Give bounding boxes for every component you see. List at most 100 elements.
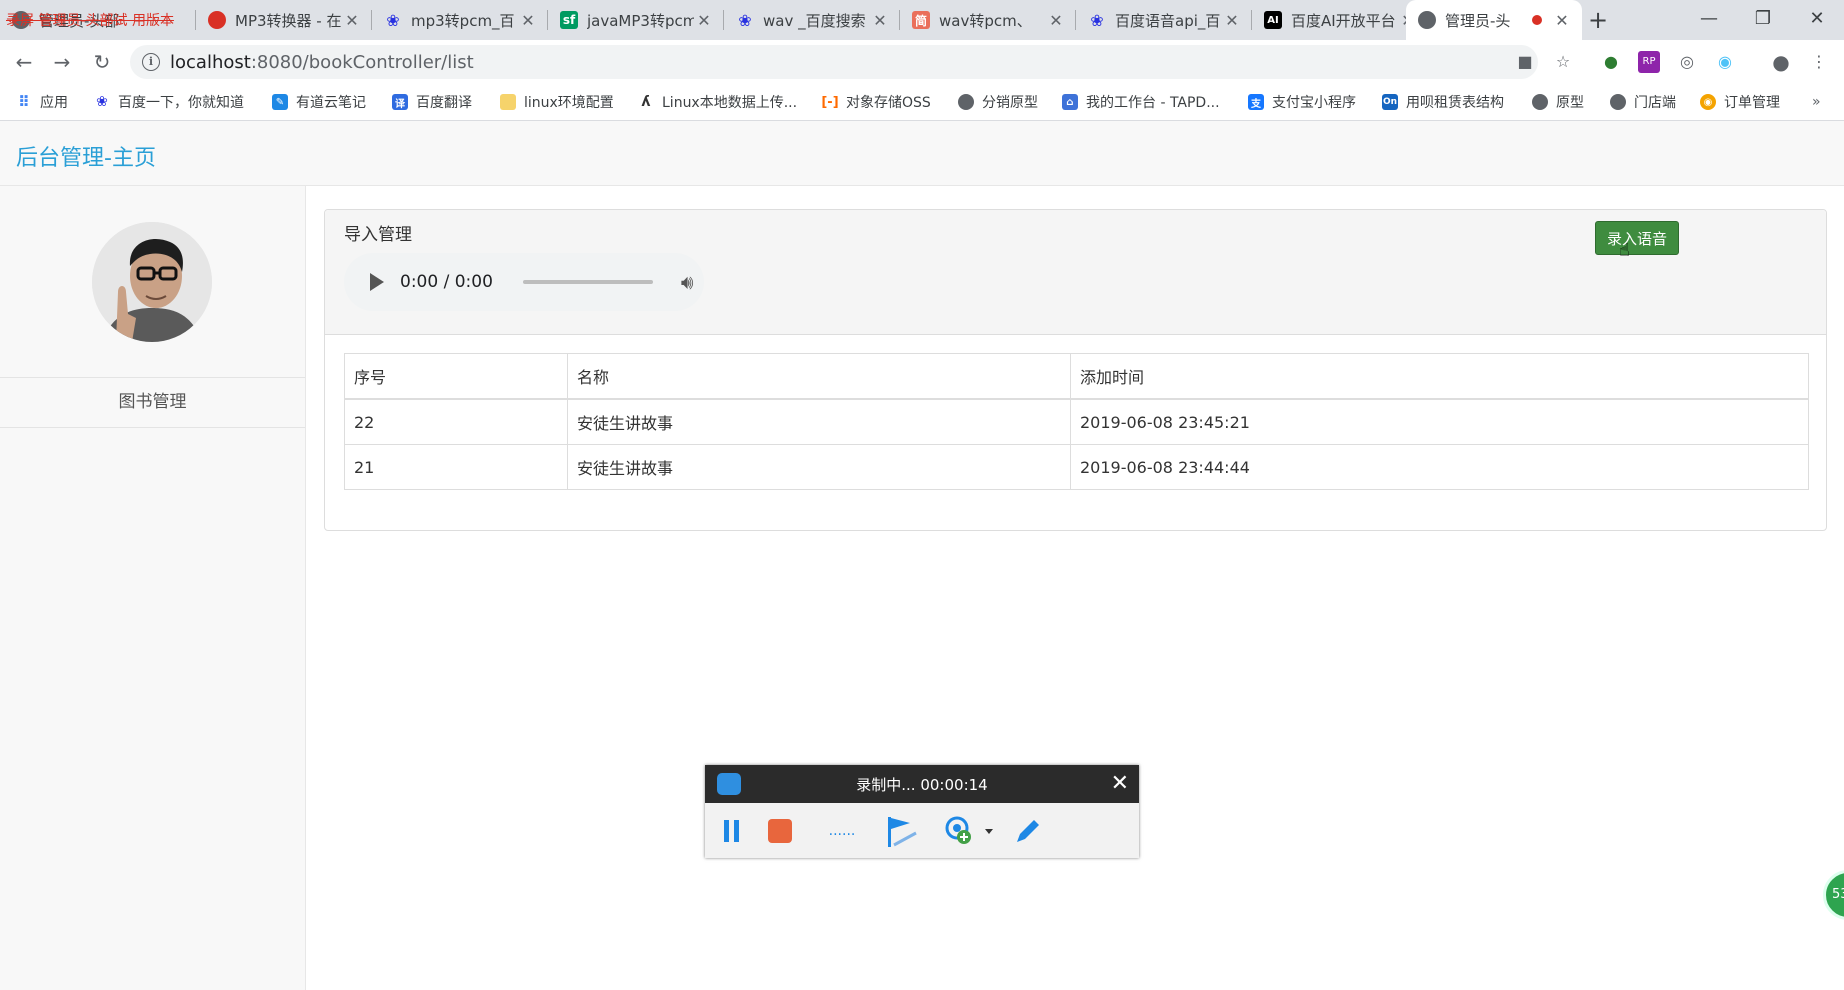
flag-marker-icon xyxy=(888,817,917,847)
extension-circle-icon[interactable]: ◉ xyxy=(1714,51,1736,73)
minimize-window-button[interactable]: — xyxy=(1682,0,1736,40)
add-webcam-button[interactable] xyxy=(943,816,997,846)
recording-status: 录制中... 00:00:14 xyxy=(856,776,988,794)
audio-player[interactable]: 0:00 / 0:00 🔊︎ xyxy=(344,253,704,311)
reload-button[interactable]: ↻ xyxy=(88,48,116,76)
bookmarks-overflow-button[interactable]: » xyxy=(1812,84,1821,120)
bookmark-baidu-translate[interactable]: 译百度翻译 xyxy=(392,84,472,120)
bookmark-label: 原型 xyxy=(1556,95,1584,111)
column-header-name: 名称 xyxy=(567,353,1071,400)
close-recorder-icon[interactable]: ✕ xyxy=(1111,771,1129,796)
pause-icon xyxy=(723,820,729,842)
close-tab-icon[interactable]: ✕ xyxy=(870,11,890,30)
sidebar-item-book-management[interactable]: 图书管理 xyxy=(0,377,305,428)
sf-icon: sf xyxy=(560,11,578,29)
bookmark-label: 支付宝小程序 xyxy=(1272,95,1356,111)
restore-window-button[interactable]: ❐ xyxy=(1736,0,1790,40)
bookmark-label: 分销原型 xyxy=(982,95,1038,111)
forward-button[interactable]: → xyxy=(48,48,76,76)
extension-globe-icon[interactable]: ● xyxy=(1600,51,1622,73)
cell-id: 22 xyxy=(344,398,568,445)
bookmark-oss[interactable]: [-] 对象存储OSS xyxy=(821,84,931,120)
browser-tab[interactable]: ❀ wav _百度搜索 ✕ xyxy=(724,0,900,40)
recording-watermark: 录屏 管理员-头部试 用版本 xyxy=(6,13,174,29)
bookmarks-bar: ⠿ 应用 ❀ 百度一下，你就知道 ✎ 有道云笔记 译百度翻译 linux环境配置 ʎL… xyxy=(0,84,1844,121)
flag-marker-button[interactable] xyxy=(883,816,919,847)
bookmark-label: 我的工作台 - TAPD... xyxy=(1086,95,1220,111)
cell-added-time: 2019-06-08 23:44:44 xyxy=(1070,444,1809,490)
baidu-paw-icon: ❀ xyxy=(738,10,752,30)
close-tab-icon[interactable]: ✕ xyxy=(1222,11,1242,30)
bookmark-distribution[interactable]: 分销原型 xyxy=(958,84,1038,120)
play-icon[interactable] xyxy=(370,273,384,291)
address-bar[interactable]: i localhost:8080/bookController/list xyxy=(130,45,1538,79)
bookmark-prototype[interactable]: 原型 xyxy=(1532,84,1584,120)
bookmark-store[interactable]: 门店端 xyxy=(1610,84,1676,120)
bookmark-label: 对象存储OSS xyxy=(846,95,931,111)
url-path: :8080/bookController/list xyxy=(250,51,474,73)
bookmark-label: 应用 xyxy=(40,95,68,111)
apps-grid-icon: ⠿ xyxy=(18,93,30,111)
close-tab-icon[interactable]: ✕ xyxy=(1046,11,1066,30)
bookmark-yongbei[interactable]: On 用呗租赁表结构 xyxy=(1382,84,1504,120)
tapd-icon: ⌂ xyxy=(1062,94,1078,110)
record-voice-button[interactable]: 录入语音 xyxy=(1595,221,1679,255)
youdao-note-icon: ✎ xyxy=(272,94,288,110)
folder-icon xyxy=(500,94,516,110)
avatar-portrait-icon xyxy=(92,222,212,342)
bookmark-label: Linux本地数据上传... xyxy=(662,95,798,111)
bookmark-tapd[interactable]: ⌂ 我的工作台 - TAPD... xyxy=(1062,84,1220,120)
close-tab-icon[interactable]: ✕ xyxy=(518,11,538,30)
close-window-button[interactable]: ✕ xyxy=(1790,0,1844,40)
bookmark-youdao[interactable]: ✎ 有道云笔记 xyxy=(272,84,366,120)
app-brand[interactable]: 后台管理-主页 xyxy=(16,140,156,172)
extension-rp-icon[interactable]: RP xyxy=(1638,51,1660,73)
globe-icon xyxy=(1532,94,1548,110)
globe-icon xyxy=(1418,11,1436,29)
baidu-paw-icon: ❀ xyxy=(386,10,400,30)
link-icon: ʎ xyxy=(641,94,651,110)
browser-tab[interactable]: AI 百度AI开放平台 ✕ xyxy=(1252,0,1428,40)
site-info-icon[interactable]: i xyxy=(142,53,160,71)
tab-title: javaMP3转pcm xyxy=(587,11,694,30)
volume-icon[interactable]: 🔊︎ xyxy=(681,270,694,294)
app-navbar: 后台管理-主页 xyxy=(0,121,1844,186)
audio-progress-slider[interactable] xyxy=(522,280,653,284)
tab-title: 百度语音api_百 xyxy=(1115,11,1221,30)
camera-icon[interactable]: ■ xyxy=(1514,51,1536,73)
globe-icon xyxy=(958,94,974,110)
extension-code-icon[interactable]: ◎ xyxy=(1676,51,1698,73)
mouse-pointer-icon: ☝ xyxy=(1619,240,1630,261)
browser-tab[interactable]: MP3转换器 - 在 ✕ xyxy=(196,0,372,40)
browser-tab[interactable]: ❀ mp3转pcm_百 ✕ xyxy=(372,0,548,40)
pause-recording-button[interactable] xyxy=(719,816,743,846)
bookmark-orders[interactable]: ◉ 订单管理 xyxy=(1700,84,1780,120)
close-tab-icon[interactable]: ✕ xyxy=(342,11,362,30)
tab-title: wav _百度搜索 xyxy=(763,11,866,30)
back-button[interactable]: ← xyxy=(10,48,38,76)
close-tab-icon[interactable]: ✕ xyxy=(1552,11,1572,30)
bookmark-alipay[interactable]: 支支付宝小程序 xyxy=(1248,84,1356,120)
close-tab-icon[interactable]: ✕ xyxy=(694,11,714,30)
bookmark-apps[interactable]: ⠿ 应用 xyxy=(16,84,68,120)
aliyun-icon: [-] xyxy=(821,94,839,110)
bookmark-linux-config[interactable]: linux环境配置 xyxy=(500,84,614,120)
bookmark-star-icon[interactable]: ☆ xyxy=(1552,51,1574,73)
browser-toolbar: ← → ↻ i localhost:8080/bookController/li… xyxy=(0,40,1844,84)
sidebar: 图书管理 xyxy=(0,186,306,990)
new-tab-button[interactable]: + xyxy=(1584,6,1612,34)
import-panel: 导入管理 0:00 / 0:00 🔊︎ 录入语音 ☝ 序号 名称 添加时间 22 xyxy=(324,209,1827,531)
bookmark-baidu[interactable]: ❀ 百度一下，你就知道 xyxy=(94,84,244,120)
browser-tab-active[interactable]: 管理员-头 ✕ xyxy=(1406,0,1582,40)
browser-tab[interactable]: 简 wav转pcm、 ✕ xyxy=(900,0,1076,40)
profile-avatar-icon[interactable]: ● xyxy=(1770,51,1792,73)
bookmark-label: 门店端 xyxy=(1634,95,1676,111)
annotate-pen-button[interactable] xyxy=(1011,816,1045,846)
bookmark-label: linux环境配置 xyxy=(524,95,614,111)
bookmark-linux-upload[interactable]: ʎ Linux本地数据上传... xyxy=(638,84,797,120)
browser-menu-icon[interactable]: ⋮ xyxy=(1808,51,1830,73)
browser-tab[interactable]: sf javaMP3转pcm ✕ xyxy=(548,0,724,40)
cell-name: 安徒生讲故事 xyxy=(567,444,1071,490)
stop-recording-button[interactable] xyxy=(765,816,795,846)
browser-tab[interactable]: ❀ 百度语音api_百 ✕ xyxy=(1076,0,1252,40)
